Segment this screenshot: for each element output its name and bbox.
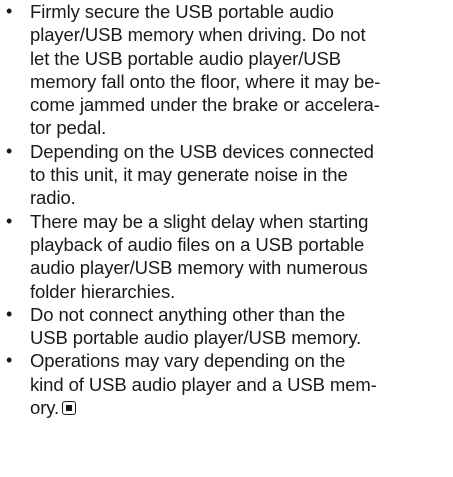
text-line: player/USB memory when driving. Do not: [30, 24, 366, 46]
bullet-dot: •: [6, 210, 13, 231]
bullet-item-connect-only: • Do not connect anything other than the…: [0, 303, 453, 350]
text-line: kind of USB audio player and a USB mem-: [30, 373, 377, 395]
text-line: to this unit, it may generate noise in t…: [30, 164, 348, 186]
text-line: Operations may vary depending on the: [30, 350, 346, 372]
bullet-list: • Firmly secure the USB portable audio p…: [0, 0, 453, 419]
text-line: memory fall onto the floor, where it may…: [30, 70, 381, 92]
bullet-item-operations-vary: • Operations may vary depending on the k…: [0, 349, 453, 419]
bullet-item-secure-player: • Firmly secure the USB portable audio p…: [0, 0, 453, 140]
text-line: playback of audio files on a USB portabl…: [30, 233, 365, 255]
text-line: USB portable audio player/USB memory.: [30, 327, 362, 349]
text-line: radio.: [30, 187, 76, 209]
bullet-dot: •: [6, 140, 13, 161]
bullet-dot: •: [6, 1, 13, 21]
text-line: tor pedal.: [30, 117, 107, 139]
section-end-icon: [62, 401, 77, 416]
text-line-last: ory.: [30, 396, 449, 419]
text-line: Firmly secure the USB portable audio: [30, 1, 334, 22]
bullet-item-playback-delay: • There may be a slight delay when start…: [0, 210, 453, 303]
text-line: audio player/USB memory with numerous: [30, 257, 368, 279]
text-line: Depending on the USB devices connected: [30, 140, 374, 162]
text-line: come jammed under the brake or accelera-: [30, 94, 380, 116]
text-line: let the USB portable audio player/USB: [30, 47, 341, 69]
text-fragment: ory.: [30, 397, 60, 419]
bullet-dot: •: [6, 350, 13, 371]
text-line: folder hierarchies.: [30, 280, 176, 302]
text-line: There may be a slight delay when startin…: [30, 210, 369, 232]
bullet-dot: •: [6, 303, 13, 324]
text-line: Do not connect anything other than the: [30, 303, 346, 325]
bullet-item-radio-noise: • Depending on the USB devices connected…: [0, 140, 453, 210]
